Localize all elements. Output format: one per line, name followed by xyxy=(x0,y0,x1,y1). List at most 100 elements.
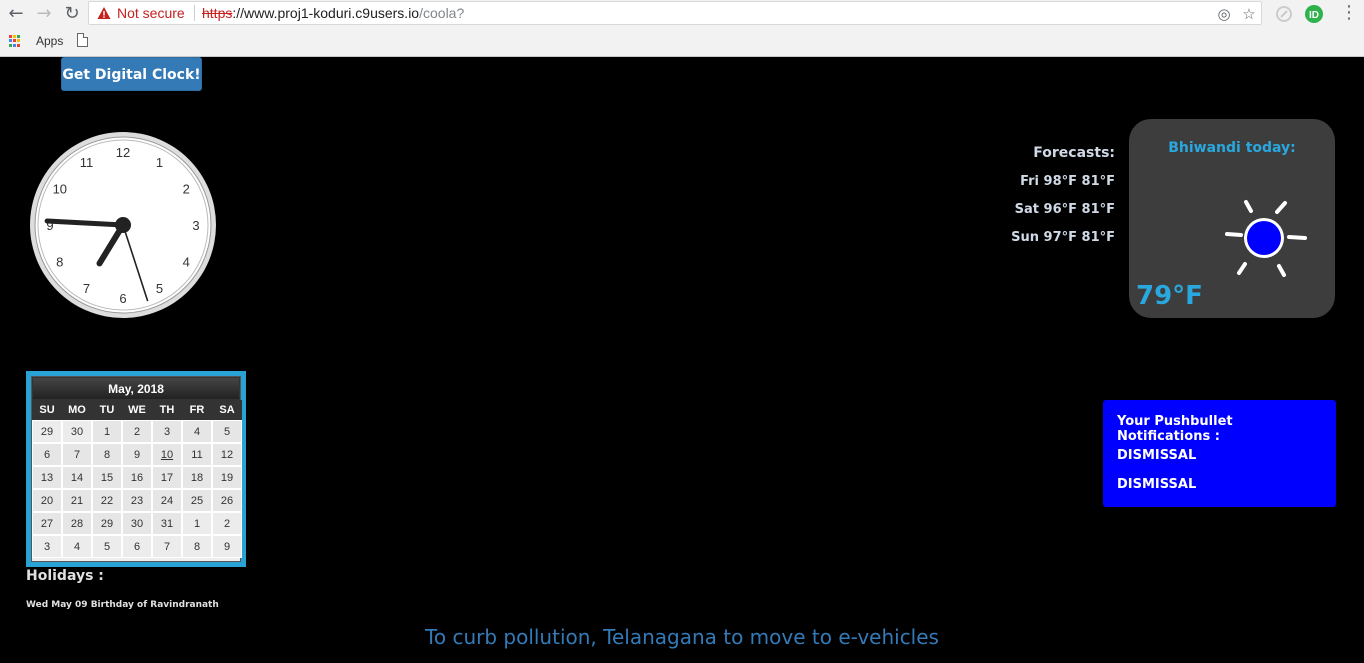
clock-number: 11 xyxy=(80,155,94,170)
address-bar[interactable]: Not secure https://www.proj1-koduri.c9us… xyxy=(88,1,1262,25)
page-content: Get Digital Clock! 12 1 2 3 4 5 6 7 8 9 10 11 Forec… xyxy=(0,57,1364,663)
calendar-weekday: SU xyxy=(32,400,62,420)
calendar-day[interactable]: 1 xyxy=(182,512,212,535)
calendar-day[interactable]: 5 xyxy=(212,420,242,443)
calendar-title[interactable]: May, 2018 xyxy=(32,377,240,400)
calendar: May, 2018 SU MO TU WE TH FR SA 29 30 1 2 3 4 5 6 7 8 9 10… xyxy=(31,376,242,562)
calendar-day[interactable]: 30 xyxy=(62,420,92,443)
clock-number: 5 xyxy=(156,281,163,296)
calendar-weekday: MO xyxy=(62,400,92,420)
calendar-day[interactable]: 22 xyxy=(92,489,122,512)
calendar-week: 20 21 22 23 24 25 26 xyxy=(32,489,242,512)
weather-card: Bhiwandi today: 79°F xyxy=(1129,119,1335,318)
calendar-day[interactable]: 31 xyxy=(152,512,182,535)
calendar-day[interactable]: 24 xyxy=(152,489,182,512)
calendar-day[interactable]: 26 xyxy=(212,489,242,512)
calendar-day[interactable]: 6 xyxy=(122,535,152,558)
calendar-day[interactable]: 21 xyxy=(62,489,92,512)
calendar-day[interactable]: 16 xyxy=(122,466,152,489)
location-icon[interactable]: ◎ xyxy=(1215,5,1233,23)
calendar-day[interactable]: 4 xyxy=(62,535,92,558)
apps-grid-icon[interactable] xyxy=(9,35,21,47)
extension-icon[interactable] xyxy=(1273,3,1295,25)
clock-number: 7 xyxy=(83,281,90,296)
apps-bookmark[interactable]: Apps xyxy=(36,34,63,48)
warning-icon xyxy=(97,7,111,19)
security-status[interactable]: Not secure xyxy=(117,5,185,21)
calendar-day[interactable]: 27 xyxy=(32,512,62,535)
calendar-day[interactable]: 5 xyxy=(92,535,122,558)
forecast-row: Fri 98°F 81°F xyxy=(1020,174,1115,189)
forecast-row: Sat 96°F 81°F xyxy=(1014,202,1115,217)
back-icon[interactable]: ← xyxy=(4,2,28,26)
calendar-day[interactable]: 6 xyxy=(32,443,62,466)
clock-number: 8 xyxy=(56,255,63,270)
calendar-day[interactable]: 25 xyxy=(182,489,212,512)
pushbullet-item: DISMISSAL xyxy=(1117,448,1197,463)
url-host: ://www.proj1-koduri.c9users.io xyxy=(232,5,420,21)
calendar-weekday: TH xyxy=(152,400,182,420)
weather-city: Bhiwandi today: xyxy=(1168,140,1296,156)
calendar-day[interactable]: 3 xyxy=(32,535,62,558)
calendar-day[interactable]: 18 xyxy=(182,466,212,489)
calendar-day[interactable]: 28 xyxy=(62,512,92,535)
calendar-widget: May, 2018 SU MO TU WE TH FR SA 29 30 1 2 3 4 5 6 7 8 9 10… xyxy=(26,371,246,567)
clock-number: 1 xyxy=(156,155,163,170)
calendar-day[interactable]: 3 xyxy=(152,420,182,443)
calendar-weekday: WE xyxy=(122,400,152,420)
calendar-grid: 29 30 1 2 3 4 5 6 7 8 9 10 11 12 13 14 15 16 17 18 19 20 21 22 2… xyxy=(32,420,242,558)
calendar-week: 27 28 29 30 31 1 2 xyxy=(32,512,242,535)
svg-text:ID: ID xyxy=(1309,10,1319,21)
calendar-day[interactable]: 7 xyxy=(152,535,182,558)
calendar-day[interactable]: 29 xyxy=(92,512,122,535)
calendar-day[interactable]: 9 xyxy=(122,443,152,466)
sun-icon xyxy=(1225,200,1307,277)
browser-chrome: ← → ↻ Not secure https://www.proj1-kodur… xyxy=(0,0,1364,57)
calendar-day[interactable]: 20 xyxy=(32,489,62,512)
calendar-day[interactable]: 4 xyxy=(182,420,212,443)
forward-icon[interactable]: → xyxy=(32,2,56,26)
url-divider xyxy=(194,5,195,21)
calendar-day[interactable]: 30 xyxy=(122,512,152,535)
calendar-week: 6 7 8 9 10 11 12 xyxy=(32,443,242,466)
calendar-day[interactable]: 29 xyxy=(32,420,62,443)
calendar-day[interactable]: 1 xyxy=(92,420,122,443)
calendar-day[interactable]: 9 xyxy=(212,535,242,558)
bookmarks-bar: Apps xyxy=(0,30,1364,54)
pushbullet-title: Your Pushbullet Notifications : xyxy=(1117,414,1233,444)
forecasts: Forecasts: Fri 98°F 81°F Sat 96°F 81°F S… xyxy=(980,145,1115,258)
calendar-weekday: TU xyxy=(92,400,122,420)
calendar-week: 13 14 15 16 17 18 19 xyxy=(32,466,242,489)
calendar-day[interactable]: 13 xyxy=(32,466,62,489)
holidays-title: Holidays : xyxy=(26,568,104,584)
calendar-day[interactable]: 14 xyxy=(62,466,92,489)
url-path: /coola? xyxy=(419,5,465,21)
url-text[interactable]: https://www.proj1-koduri.c9users.io/cool… xyxy=(202,5,464,21)
calendar-day[interactable]: 8 xyxy=(182,535,212,558)
news-headline[interactable]: To curb pollution, Telanagana to move to… xyxy=(0,625,1364,649)
page-bookmark-icon[interactable] xyxy=(77,33,88,47)
forecast-row: Sun 97°F 81°F xyxy=(1011,230,1115,245)
calendar-day[interactable]: 15 xyxy=(92,466,122,489)
clock-number: 3 xyxy=(192,218,199,233)
calendar-day[interactable]: 19 xyxy=(212,466,242,489)
calendar-weekday: SA xyxy=(212,400,242,420)
menu-icon[interactable]: ⋮ xyxy=(1340,2,1358,24)
calendar-day[interactable]: 12 xyxy=(212,443,242,466)
calendar-day[interactable]: 8 xyxy=(92,443,122,466)
reload-icon[interactable]: ↻ xyxy=(60,2,84,26)
clock-number: 4 xyxy=(183,255,190,270)
grammarly-extension-icon[interactable]: ID xyxy=(1303,3,1325,25)
get-digital-clock-button[interactable]: Get Digital Clock! xyxy=(61,57,202,91)
bookmark-star-icon[interactable]: ☆ xyxy=(1240,5,1258,23)
clock-number: 6 xyxy=(119,291,126,306)
calendar-day[interactable]: 7 xyxy=(62,443,92,466)
calendar-day[interactable]: 17 xyxy=(152,466,182,489)
calendar-day[interactable]: 2 xyxy=(212,512,242,535)
calendar-day[interactable]: 10 xyxy=(152,443,182,466)
calendar-day[interactable]: 11 xyxy=(182,443,212,466)
calendar-day[interactable]: 2 xyxy=(122,420,152,443)
clock-number: 10 xyxy=(53,182,67,197)
holiday-item: Wed May 09 Birthday of Ravindranath xyxy=(26,600,219,610)
calendar-day[interactable]: 23 xyxy=(122,489,152,512)
